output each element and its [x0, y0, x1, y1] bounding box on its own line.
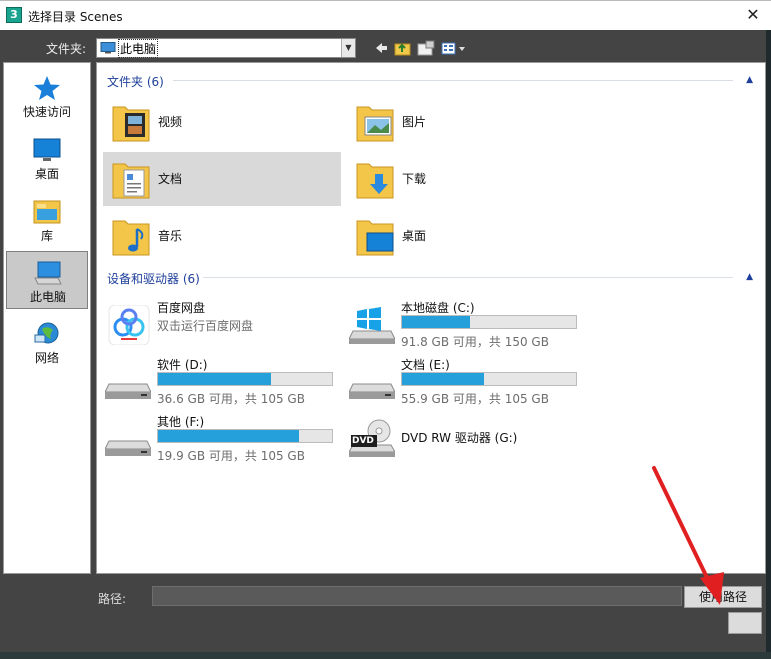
- drive-name: 其他 (F:): [157, 415, 205, 429]
- file-browser-panel: 文件夹 (6) ▲ 视频 图片 文档 下载 音乐 桌面 设备和驱动器 (6) ▲…: [96, 62, 766, 574]
- drive-usage-bar: [157, 372, 333, 386]
- baidu-netdisk-icon: [108, 305, 150, 345]
- app-logo-icon: 3: [6, 7, 22, 23]
- back-arrow-icon[interactable]: [372, 40, 390, 56]
- drive-name: DVD RW 驱动器 (G:): [401, 431, 518, 445]
- nav-item-label: 快速访问: [22, 105, 71, 119]
- hard-drive-icon: [105, 440, 151, 456]
- hard-drive-icon: [105, 383, 151, 399]
- nav-item-this-pc[interactable]: 此电脑: [6, 251, 88, 309]
- group-divider: [203, 277, 733, 278]
- edge-strip: [766, 30, 771, 659]
- downloads-folder-icon: [356, 163, 394, 199]
- desktop-icon: [33, 138, 61, 161]
- folder-dropdown-value: 此电脑: [117, 39, 159, 58]
- folder-tile-desktop[interactable]: 桌面: [347, 209, 585, 263]
- drive-usage-fill: [158, 430, 299, 442]
- drive-d[interactable]: 软件 (D:) 36.6 GB 可用，共 105 GB: [97, 354, 337, 406]
- drive-f[interactable]: 其他 (F:) 19.9 GB 可用，共 105 GB: [97, 411, 337, 463]
- drive-name: 软件 (D:): [157, 358, 208, 372]
- network-icon: [34, 322, 59, 344]
- drive-usage-fill: [402, 316, 470, 328]
- folder-row: 文件夹: 此电脑 ▼: [0, 36, 771, 60]
- folder-name: 图片: [402, 115, 427, 129]
- nav-item-library[interactable]: 库: [6, 191, 88, 249]
- view-menu-icon[interactable]: [441, 40, 467, 56]
- drive-c[interactable]: 本地磁盘 (C:) 91.8 GB 可用，共 150 GB: [341, 297, 581, 349]
- nav-item-label: 网络: [34, 351, 59, 365]
- chevron-down-icon[interactable]: ▼: [341, 39, 355, 57]
- drive-usage-bar: [157, 429, 333, 443]
- group-divider: [173, 80, 733, 81]
- nav-item-label: 库: [40, 229, 53, 243]
- nav-item-network[interactable]: 网络: [6, 313, 88, 371]
- folder-tile-music[interactable]: 音乐: [103, 209, 341, 263]
- dvd-badge: DVD: [352, 436, 374, 446]
- hard-drive-icon: [349, 383, 395, 399]
- drive-usage-fill: [158, 373, 272, 385]
- folder-tile-videos[interactable]: 视频: [103, 95, 341, 149]
- folder-tile-downloads[interactable]: 下载: [347, 152, 585, 206]
- pictures-folder-icon: [356, 106, 394, 142]
- drive-free-space: 36.6 GB 可用，共 105 GB: [157, 392, 305, 406]
- video-folder-icon: [112, 106, 150, 142]
- folder-name: 下载: [402, 172, 427, 186]
- drive-name: 百度网盘: [157, 301, 206, 315]
- folder-tile-documents[interactable]: 文档: [103, 152, 341, 206]
- computer-icon: [100, 42, 116, 54]
- computer-icon: [34, 261, 62, 285]
- drive-free-space: 91.8 GB 可用，共 150 GB: [401, 335, 549, 349]
- folder-name: 桌面: [402, 229, 427, 243]
- cancel-button[interactable]: [728, 612, 762, 634]
- nav-item-quick-access[interactable]: 快速访问: [6, 67, 88, 125]
- window-title: 选择目录 Scenes: [28, 10, 123, 24]
- folder-name: 视频: [158, 115, 183, 129]
- up-folder-icon[interactable]: [394, 40, 412, 56]
- windows-drive-icon: [349, 307, 395, 344]
- close-button[interactable]: ✕: [743, 5, 763, 25]
- nav-item-desktop[interactable]: 桌面: [6, 129, 88, 187]
- nav-item-label: 此电脑: [29, 290, 66, 304]
- bottom-strip: [0, 652, 771, 659]
- drive-usage-fill: [402, 373, 484, 385]
- use-path-button[interactable]: 使用路径: [684, 586, 762, 608]
- drive-g-dvd[interactable]: DVD DVD RW 驱动器 (G:): [341, 411, 581, 463]
- drive-free-space: 19.9 GB 可用，共 105 GB: [157, 449, 305, 463]
- music-folder-icon: [112, 220, 150, 256]
- folder-dropdown[interactable]: 此电脑 ▼: [96, 38, 356, 58]
- path-label: 路径:: [98, 592, 127, 606]
- drive-e[interactable]: 文档 (E:) 55.9 GB 可用，共 105 GB: [341, 354, 581, 406]
- nav-item-label: 桌面: [34, 167, 59, 181]
- baidu-netdisk-item[interactable]: 百度网盘 双击运行百度网盘: [97, 297, 337, 349]
- star-icon: [34, 76, 60, 100]
- folder-name: 音乐: [158, 229, 183, 243]
- folder-label: 文件夹:: [46, 42, 87, 56]
- drive-name: 本地磁盘 (C:): [401, 301, 475, 315]
- devices-group-header[interactable]: 设备和驱动器 (6): [107, 270, 200, 287]
- drive-subtitle: 双击运行百度网盘: [157, 319, 254, 333]
- chevron-up-icon[interactable]: ▲: [746, 75, 753, 85]
- chevron-up-icon[interactable]: ▲: [746, 272, 753, 282]
- library-icon: [33, 200, 61, 224]
- title-bar: 3 选择目录 Scenes ✕: [0, 0, 771, 30]
- documents-folder-icon: [112, 163, 150, 199]
- drive-usage-bar: [401, 315, 577, 329]
- left-navigation: 快速访问 桌面 库 此电脑 网络: [3, 62, 91, 574]
- folders-group-header[interactable]: 文件夹 (6): [107, 73, 164, 90]
- new-folder-icon[interactable]: [417, 40, 435, 56]
- drive-usage-bar: [401, 372, 577, 386]
- folder-tile-pictures[interactable]: 图片: [347, 95, 585, 149]
- desktop-folder-icon: [356, 220, 394, 256]
- drive-free-space: 55.9 GB 可用，共 105 GB: [401, 392, 549, 406]
- drive-name: 文档 (E:): [401, 358, 450, 372]
- path-input[interactable]: [152, 586, 682, 606]
- folder-name: 文档: [158, 172, 183, 186]
